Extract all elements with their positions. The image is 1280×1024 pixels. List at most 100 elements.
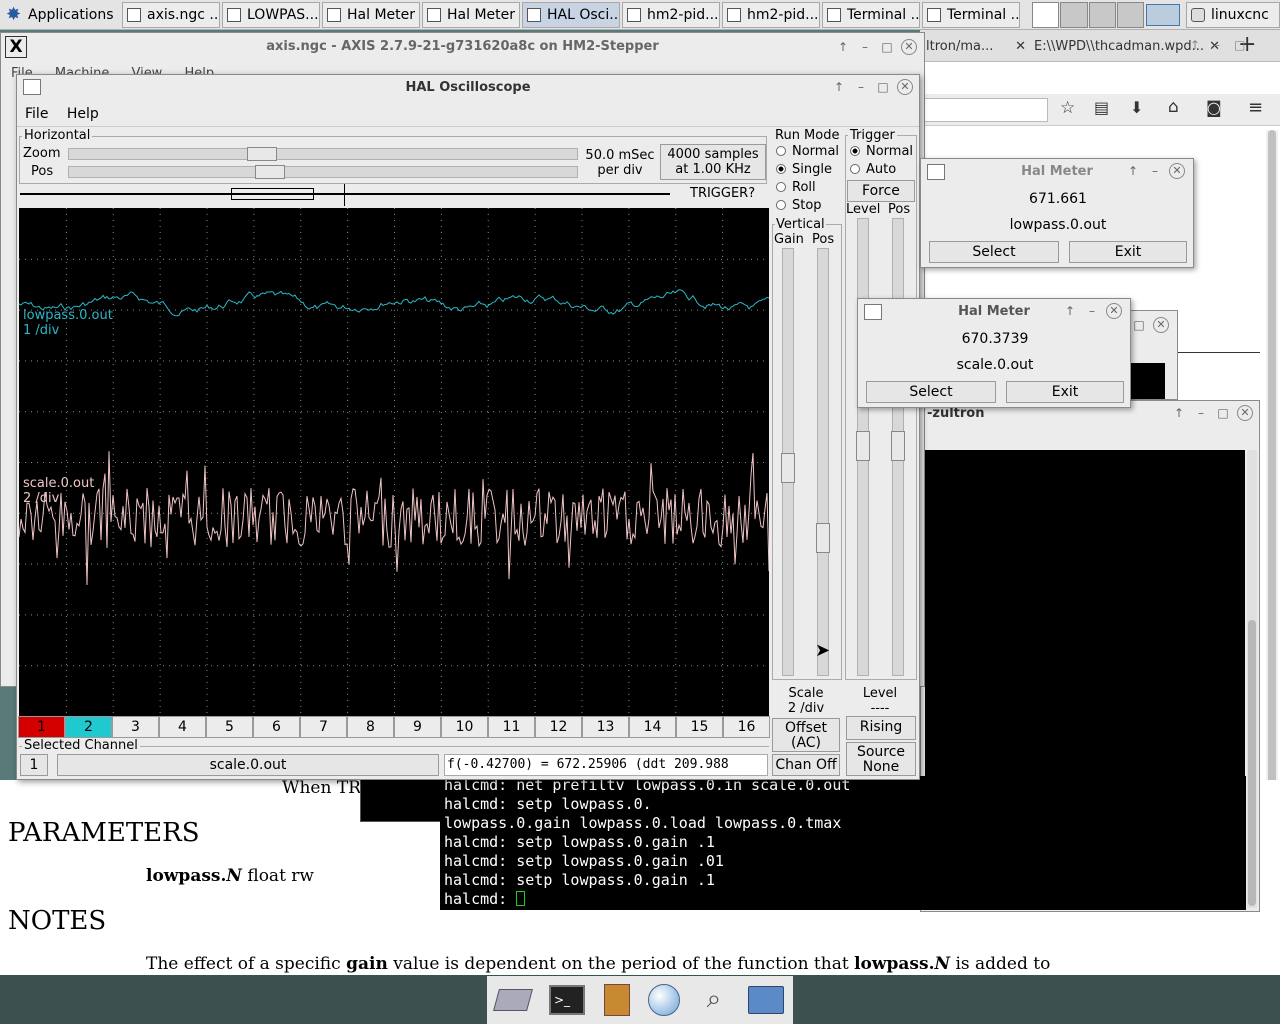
channel-button-16[interactable]: 16 xyxy=(723,716,770,738)
window-up-icon[interactable]: ↑ xyxy=(835,39,851,55)
scrollbar[interactable] xyxy=(1266,130,1278,870)
workspace-switcher[interactable] xyxy=(1032,2,1144,28)
channel-button-11[interactable]: 11 xyxy=(488,716,535,738)
rising-button[interactable]: Rising xyxy=(846,716,916,740)
trigger-auto[interactable]: Auto xyxy=(850,162,896,177)
window-minimize-icon[interactable]: – xyxy=(1147,163,1163,179)
window-close-icon[interactable]: ✕ xyxy=(901,39,917,55)
force-button[interactable]: Force xyxy=(847,180,915,202)
chan-off-button[interactable]: Chan Off xyxy=(772,754,840,776)
run-mode-stop[interactable]: Stop xyxy=(776,198,822,213)
download-icon[interactable]: ⬇ xyxy=(1130,98,1143,117)
task-button[interactable]: Terminal ... xyxy=(922,2,1020,28)
workspace-2[interactable] xyxy=(1060,2,1088,28)
workspace-3[interactable] xyxy=(1088,2,1116,28)
offset-button[interactable]: Offset (AC) xyxy=(772,718,840,752)
window-maximize-icon[interactable]: □ xyxy=(1131,317,1147,333)
meter-select-button[interactable]: Select xyxy=(866,381,996,403)
channel-button-10[interactable]: 10 xyxy=(441,716,488,738)
meter-exit-button[interactable]: Exit xyxy=(1069,241,1187,263)
window-up-icon[interactable]: ↑ xyxy=(1171,405,1187,421)
meter-exit-button[interactable]: Exit xyxy=(1006,381,1124,403)
gain-slider[interactable] xyxy=(781,248,795,676)
run-mode-roll[interactable]: Roll xyxy=(776,180,816,195)
channel-button-3[interactable]: 3 xyxy=(112,716,159,738)
window-close-icon[interactable]: ✕ xyxy=(1169,163,1185,179)
pos-slider[interactable] xyxy=(68,165,578,179)
channel-button-9[interactable]: 9 xyxy=(394,716,441,738)
file-cabinet-icon[interactable] xyxy=(603,984,630,1016)
task-button[interactable]: Hal Meter xyxy=(322,2,420,28)
channel-button-7[interactable]: 7 xyxy=(300,716,347,738)
home-icon[interactable]: ⌂ xyxy=(1168,97,1179,117)
source-button[interactable]: Source None xyxy=(846,742,916,776)
trigger-pos-slider[interactable] xyxy=(891,218,905,676)
workspace-4[interactable] xyxy=(1116,2,1144,28)
window-menu-icon[interactable] xyxy=(23,79,41,95)
samples-button[interactable]: 4000 samples at 1.00 KHz xyxy=(660,144,766,180)
window-minimize-icon[interactable]: – xyxy=(857,39,873,55)
channel-button-13[interactable]: 13 xyxy=(582,716,629,738)
meter-select-button[interactable]: Select xyxy=(929,241,1059,263)
url-bar[interactable] xyxy=(924,98,1048,122)
applications-menu[interactable]: ✸ Applications xyxy=(2,2,120,28)
channel-button-12[interactable]: 12 xyxy=(535,716,582,738)
terminal-icon[interactable]: >_ xyxy=(548,985,585,1015)
window-up-icon[interactable]: ↑ xyxy=(831,79,847,95)
channel-button-1[interactable]: 1 xyxy=(18,716,65,738)
menu-help[interactable]: Help xyxy=(67,106,99,122)
pocket-icon[interactable]: ◙ xyxy=(1206,98,1222,117)
tab-close-icon[interactable]: ✕ xyxy=(1015,34,1026,60)
browser-tab[interactable]: ltron/ma... ✕ xyxy=(926,34,1026,60)
task-button[interactable]: Terminal ... xyxy=(822,2,920,28)
window-menu-icon[interactable] xyxy=(864,304,882,320)
window-up-icon[interactable]: ↑ xyxy=(1125,163,1141,179)
run-mode-normal[interactable]: Normal xyxy=(776,144,839,159)
vertical-pos-slider[interactable] xyxy=(816,248,830,676)
window-menu-icon[interactable] xyxy=(927,164,945,180)
task-button[interactable]: HAL Osci... xyxy=(522,2,620,28)
trigger-level-slider[interactable] xyxy=(856,218,870,676)
window-minimize-icon[interactable]: – xyxy=(853,79,869,95)
channel-button-5[interactable]: 5 xyxy=(206,716,253,738)
task-button[interactable]: LOWPAS... xyxy=(222,2,320,28)
window-maximize-icon[interactable]: □ xyxy=(1215,405,1231,421)
reading-list-icon[interactable]: ▤ xyxy=(1094,98,1109,117)
window-minimize-icon[interactable]: – xyxy=(1193,405,1209,421)
bookmark-star-icon[interactable]: ☆ xyxy=(1060,98,1075,118)
window-close-icon[interactable]: ✕ xyxy=(1153,317,1169,333)
zoom-slider[interactable] xyxy=(68,147,578,161)
search-icon[interactable]: ⌕ xyxy=(699,984,729,1016)
terminal-scrollbar[interactable] xyxy=(1247,450,1257,908)
display-icon[interactable] xyxy=(1146,4,1180,26)
menu-file[interactable]: File xyxy=(25,106,48,122)
folder-icon[interactable] xyxy=(747,986,784,1014)
trigger-normal[interactable]: Normal xyxy=(850,144,913,159)
window-minimize-icon[interactable]: – xyxy=(1084,303,1100,319)
channel-button-14[interactable]: 14 xyxy=(629,716,676,738)
channel-button-6[interactable]: 6 xyxy=(253,716,300,738)
channel-button-15[interactable]: 15 xyxy=(676,716,723,738)
user-menu[interactable]: linuxcnc xyxy=(1186,2,1280,28)
channel-button-8[interactable]: 8 xyxy=(347,716,394,738)
browser-globe-icon[interactable] xyxy=(648,984,681,1016)
desktop-icon[interactable] xyxy=(493,989,534,1011)
window-close-icon[interactable]: ✕ xyxy=(1237,405,1253,421)
task-button[interactable]: Hal Meter xyxy=(422,2,520,28)
scope-display[interactable]: lowpass.0.out 1 /div scale.0.out 2 /div xyxy=(19,208,769,716)
window-up-icon[interactable]: ↑ xyxy=(1062,303,1078,319)
hamburger-menu-icon[interactable]: ≡ xyxy=(1248,97,1263,118)
task-button[interactable]: hm2-pid... xyxy=(622,2,720,28)
record-window[interactable] xyxy=(231,188,314,200)
window-maximize-icon[interactable]: □ xyxy=(879,39,895,55)
window-close-icon[interactable]: ✕ xyxy=(1106,303,1122,319)
window-close-icon[interactable]: ✕ xyxy=(897,79,913,95)
channel-button-4[interactable]: 4 xyxy=(159,716,206,738)
workspace-1[interactable] xyxy=(1032,2,1060,28)
task-button[interactable]: hm2-pid... xyxy=(722,2,820,28)
window-maximize-icon[interactable]: □ xyxy=(875,79,891,95)
task-button[interactable]: axis.ngc ... xyxy=(122,2,220,28)
run-mode-single[interactable]: Single xyxy=(776,162,832,177)
channel-button-2[interactable]: 2 xyxy=(65,716,112,738)
selected-channel-number[interactable]: 1 xyxy=(20,754,48,776)
